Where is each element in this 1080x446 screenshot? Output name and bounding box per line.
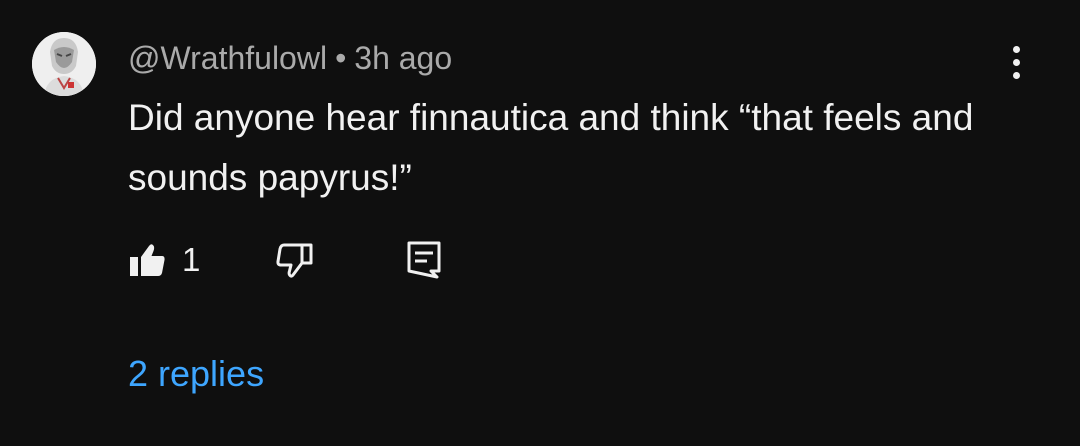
comment-text: Did anyone hear finnautica and think “th… [128, 97, 974, 198]
dislike-button[interactable] [274, 236, 314, 284]
author-name[interactable]: @Wrathfulowl [128, 40, 327, 76]
comment-time[interactable]: 3h ago [354, 40, 452, 76]
meta-separator: • [335, 40, 347, 76]
replies-toggle[interactable]: 2 replies [128, 352, 264, 396]
more-vertical-icon[interactable] [996, 40, 1036, 84]
like-count: 1 [182, 241, 201, 278]
like-button[interactable]: 1 [128, 236, 200, 284]
thumbs-down-icon [276, 243, 313, 278]
comment-meta: @Wrathfulowl • 3h ago [128, 38, 452, 78]
reply-comment-icon [407, 241, 441, 279]
avatar[interactable] [32, 32, 96, 96]
reply-button[interactable] [406, 236, 442, 284]
thumbs-up-icon [130, 244, 165, 276]
